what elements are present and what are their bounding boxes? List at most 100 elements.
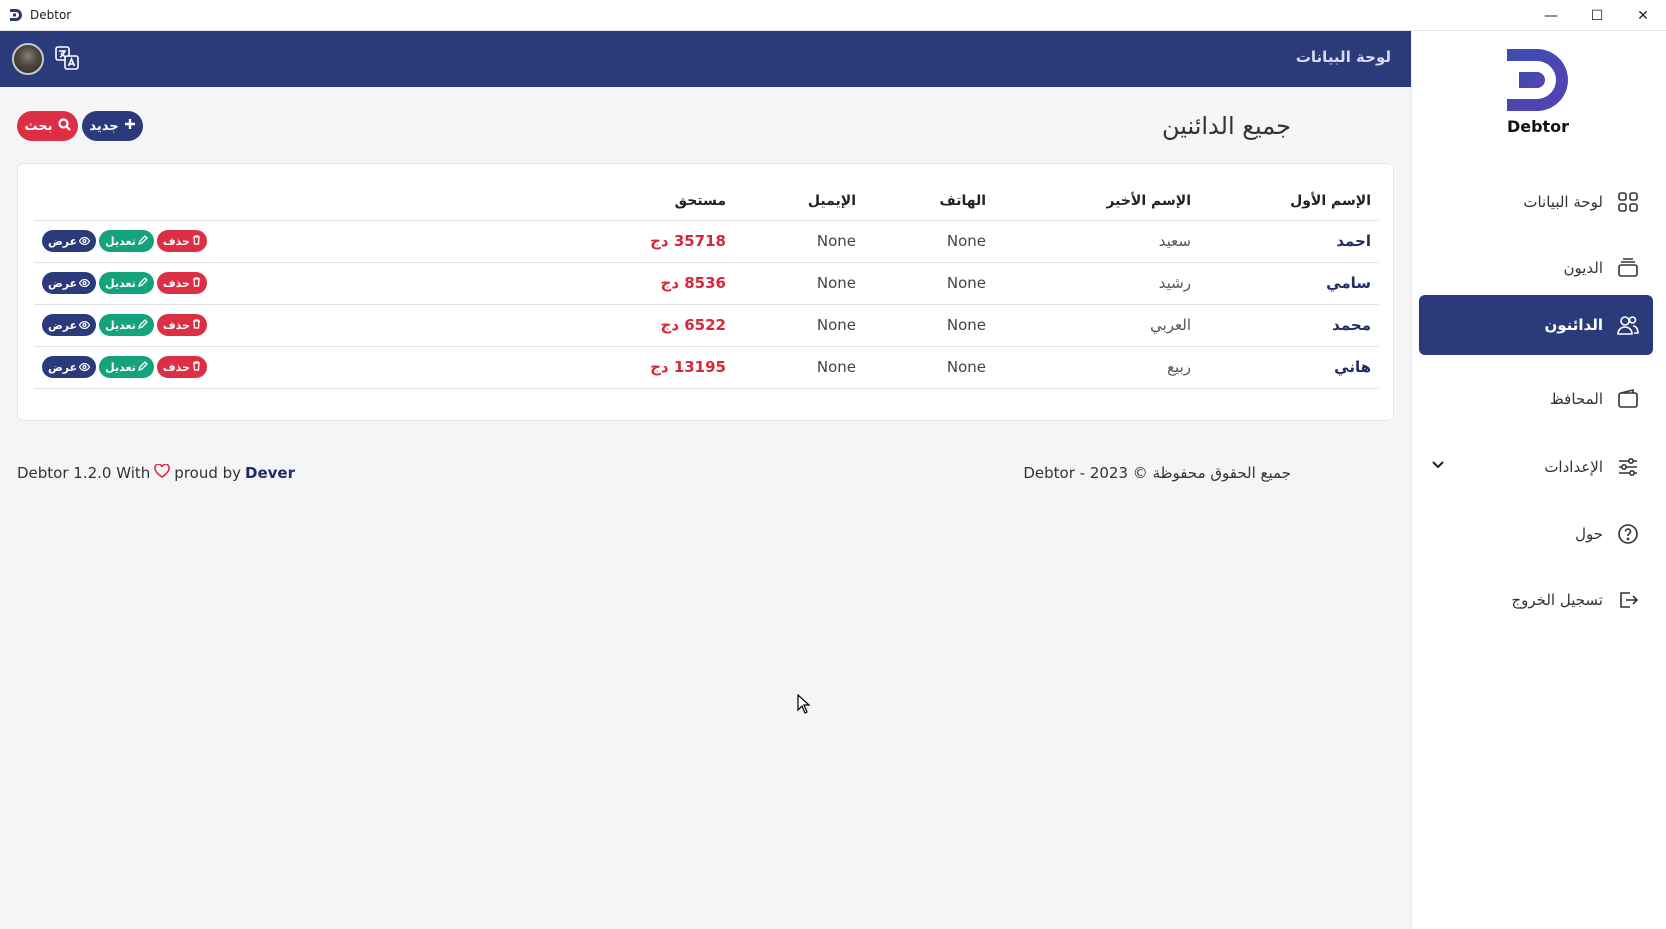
edit-button[interactable]: تعديل <box>99 230 154 252</box>
view-label: عرض <box>48 234 78 248</box>
view-button[interactable]: عرض <box>42 314 97 336</box>
search-icon <box>57 117 71 135</box>
brand-name: Debtor <box>1506 117 1570 136</box>
sidebar-item-label: لوحة البيانات <box>1523 193 1603 211</box>
top-header: لوحة البيانات <box>0 31 1411 87</box>
column-header-first-name: الإسم الأول <box>1199 182 1379 221</box>
sidebar-item-creditors[interactable]: الدائنون <box>1419 295 1653 355</box>
pencil-icon <box>137 318 148 332</box>
trash-icon <box>192 276 201 290</box>
question-icon <box>1615 521 1641 547</box>
minimize-button[interactable]: — <box>1528 0 1574 31</box>
delete-label: حذف <box>162 234 190 248</box>
sidebar-item-debts[interactable]: الديون <box>1419 237 1653 299</box>
sidebar-item-label: تسجيل الخروج <box>1511 591 1603 609</box>
table-row: احمد سعيد None None 35718 دج حذف تعديل عرض <box>34 220 1379 263</box>
search-button[interactable]: بحث <box>17 111 78 141</box>
column-header-owed: مستحق <box>594 182 734 221</box>
pencil-icon <box>137 360 148 374</box>
maximize-button[interactable]: ☐ <box>1574 0 1620 31</box>
heart-icon <box>154 463 171 482</box>
footer-dev-link[interactable]: Dever <box>245 464 295 482</box>
view-button[interactable]: عرض <box>42 230 97 252</box>
view-button[interactable]: عرض <box>42 356 97 378</box>
cell-phone: None <box>864 220 994 263</box>
pencil-icon <box>137 234 148 248</box>
footer-copyright: جميع الحقوق محفوظة © 2023 - Debtor <box>1023 464 1291 482</box>
brand: Debtor <box>1478 45 1598 136</box>
sidebar-item-about[interactable]: حول <box>1419 503 1653 565</box>
pencil-icon <box>137 276 148 290</box>
eye-icon <box>78 235 91 248</box>
delete-label: حذف <box>162 276 190 290</box>
eye-icon <box>78 361 91 374</box>
sidebar-item-label: الديون <box>1563 259 1603 277</box>
cell-actions: حذف تعديل عرض <box>34 220 594 263</box>
cell-first-name: هاني <box>1199 346 1379 389</box>
column-header-email: الإيميل <box>734 182 864 221</box>
delete-button[interactable]: حذف <box>156 230 207 252</box>
search-button-label: بحث <box>24 118 53 134</box>
eye-icon <box>78 319 91 332</box>
cell-email: None <box>734 262 864 305</box>
creditors-table: الإسم الأول الإسم الأخير الهاتف الإيميل … <box>34 182 1379 389</box>
cell-owed: 35718 دج <box>594 220 734 263</box>
trash-icon <box>192 234 201 248</box>
view-label: عرض <box>48 360 78 374</box>
edit-button[interactable]: تعديل <box>99 314 154 336</box>
cell-email: None <box>734 304 864 347</box>
trash-icon <box>192 318 201 332</box>
footer-proud-by: proud by <box>174 464 242 482</box>
edit-button[interactable]: تعديل <box>99 356 154 378</box>
edit-label: تعديل <box>105 318 136 332</box>
cell-first-name: محمد <box>1199 304 1379 347</box>
cell-owed: 8536 دج <box>594 262 734 305</box>
footer-credits: Debtor 1.2.0 With proud by Dever <box>17 463 295 482</box>
new-creditor-button[interactable]: جديد <box>82 111 143 141</box>
page-title: جميع الدائنين <box>1161 112 1291 140</box>
creditors-card: الإسم الأول الإسم الأخير الهاتف الإيميل … <box>17 163 1394 421</box>
translate-icon[interactable] <box>54 45 80 71</box>
cell-actions: حذف تعديل عرض <box>34 262 594 305</box>
users-icon <box>1615 312 1641 338</box>
view-label: عرض <box>48 276 78 290</box>
delete-button[interactable]: حذف <box>156 314 207 336</box>
cell-last-name: سعيد <box>994 220 1199 263</box>
sidebar-item-label: الدائنون <box>1544 316 1603 334</box>
sidebar-item-label: حول <box>1575 525 1603 543</box>
cell-actions: حذف تعديل عرض <box>34 346 594 389</box>
avatar[interactable] <box>12 43 44 75</box>
delete-button[interactable]: حذف <box>156 356 207 378</box>
column-header-actions <box>34 182 594 221</box>
cell-email: None <box>734 220 864 263</box>
delete-button[interactable]: حذف <box>156 272 207 294</box>
table-header-row: الإسم الأول الإسم الأخير الهاتف الإيميل … <box>34 182 1379 221</box>
table-row: محمد العربي None None 6522 دج حذف تعديل عر… <box>34 304 1379 347</box>
logout-icon <box>1615 587 1641 613</box>
cell-actions: حذف تعديل عرض <box>34 304 594 347</box>
cell-phone: None <box>864 304 994 347</box>
delete-label: حذف <box>162 360 190 374</box>
cell-last-name: ربيع <box>994 346 1199 389</box>
grid-icon <box>1615 189 1641 215</box>
sidebar-item-wallets[interactable]: المحافظ <box>1419 368 1653 430</box>
close-button[interactable]: ✕ <box>1620 0 1666 31</box>
edit-label: تعديل <box>105 276 136 290</box>
sidebar-item-settings[interactable]: الإعدادات <box>1419 436 1653 498</box>
edit-button[interactable]: تعديل <box>99 272 154 294</box>
chevron-down-icon[interactable] <box>1431 458 1445 476</box>
view-button[interactable]: عرض <box>42 272 97 294</box>
sliders-icon <box>1615 454 1641 480</box>
sidebar-item-dashboard[interactable]: لوحة البيانات <box>1419 171 1653 233</box>
cell-last-name: العربي <box>994 304 1199 347</box>
wallet-icon <box>1615 386 1641 412</box>
column-header-last-name: الإسم الأخير <box>994 182 1199 221</box>
cell-email: None <box>734 346 864 389</box>
delete-label: حذف <box>162 318 190 332</box>
table-row: هاني ربيع None None 13195 دج حذف تعديل عرض <box>34 346 1379 389</box>
trash-icon <box>192 360 201 374</box>
brand-logo-icon <box>1507 49 1568 111</box>
footer-version: Debtor 1.2.0 With <box>17 464 151 482</box>
sidebar-item-label: المحافظ <box>1549 390 1603 408</box>
sidebar-item-logout[interactable]: تسجيل الخروج <box>1419 569 1653 631</box>
